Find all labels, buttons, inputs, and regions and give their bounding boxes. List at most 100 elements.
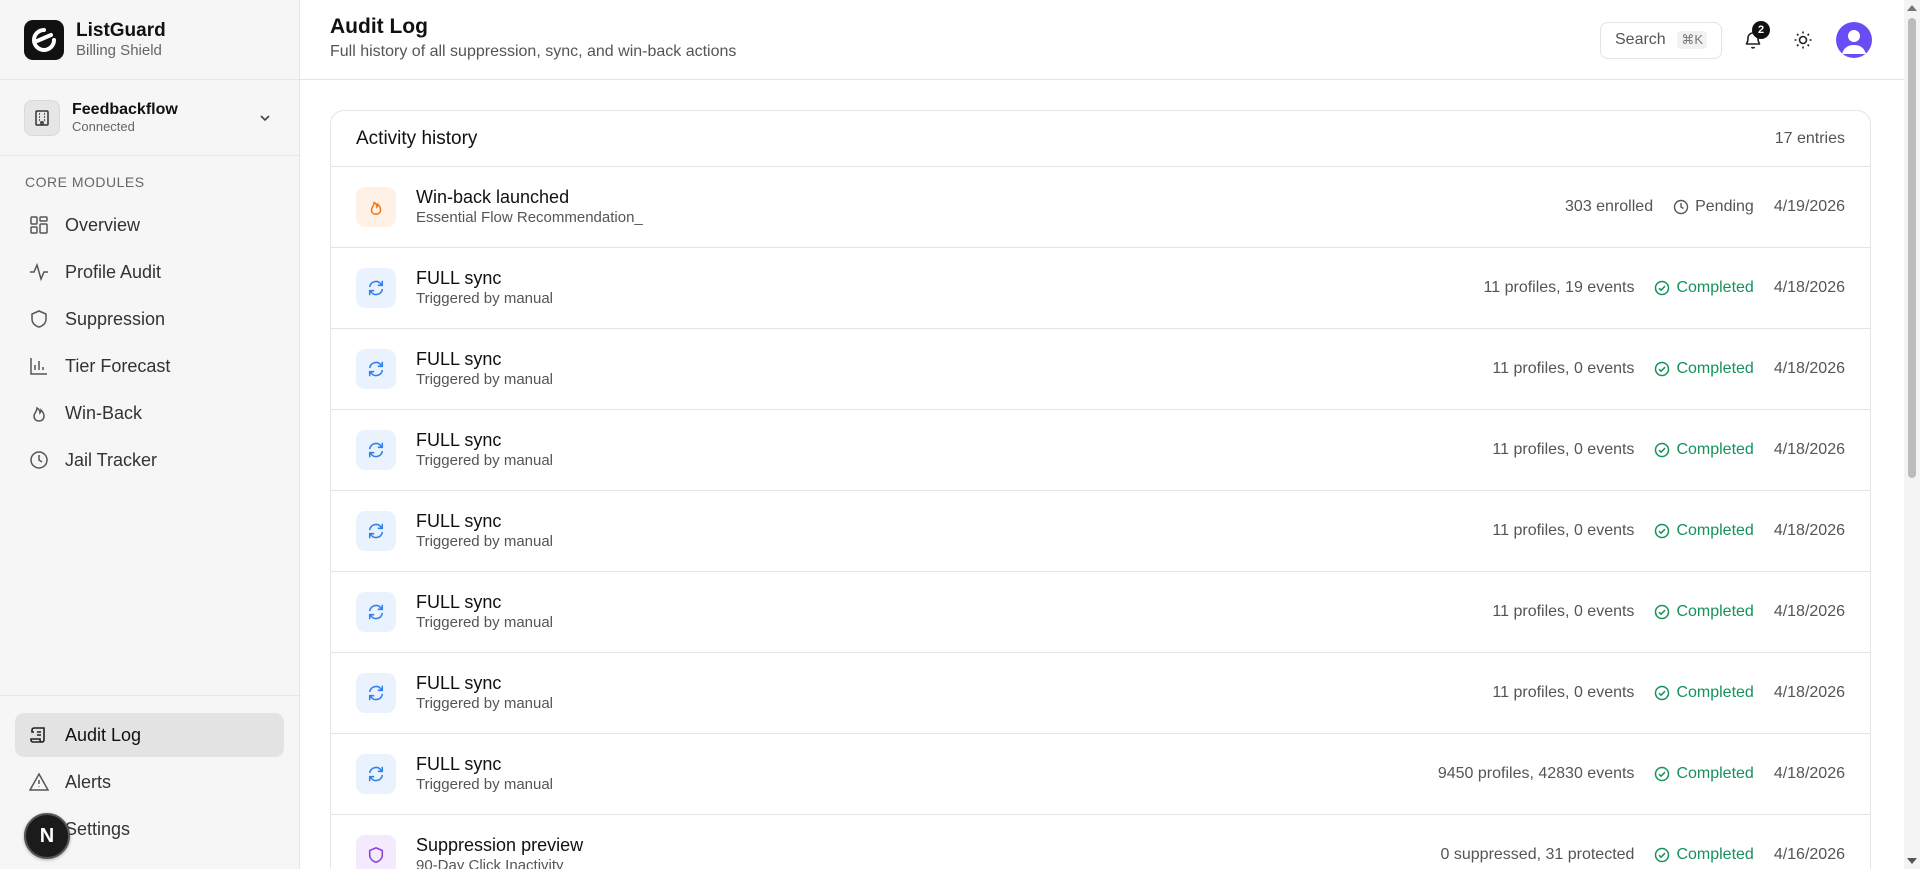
row-date: 4/18/2026 xyxy=(1773,603,1845,620)
sidebar-item-profile-audit[interactable]: Profile Audit xyxy=(15,250,284,294)
workspace-status: Connected xyxy=(72,119,135,134)
activity-history-card: Activity history 17 entries Win-back lau… xyxy=(330,110,1871,869)
shield-icon xyxy=(356,835,396,869)
sidebar-item-audit-log[interactable]: Audit Log xyxy=(15,713,284,757)
row-date: 4/18/2026 xyxy=(1773,684,1845,701)
alert-triangle-icon xyxy=(29,772,49,791)
status-label: Completed xyxy=(1676,765,1754,782)
table-row[interactable]: FULL sync Triggered by manual 9450 profi… xyxy=(331,734,1870,815)
table-row[interactable]: Suppression preview 90-Day Click Inactiv… xyxy=(331,815,1870,869)
row-subtitle: Triggered by manual xyxy=(416,290,554,307)
table-row[interactable]: FULL sync Triggered by manual 11 profile… xyxy=(331,410,1870,491)
status-badge: Completed xyxy=(1654,765,1754,783)
sidebar-item-tier-forecast[interactable]: Tier Forecast xyxy=(15,344,284,388)
sidebar-item-label: Alerts xyxy=(65,771,112,792)
table-row[interactable]: FULL sync Triggered by manual 11 profile… xyxy=(331,653,1870,734)
search-label: Search xyxy=(1615,31,1666,48)
row-subtitle: Triggered by manual xyxy=(416,452,554,469)
search-shortcut: ⌘K xyxy=(1677,31,1707,49)
check-circle-icon xyxy=(1655,685,1670,701)
brand-logo-icon xyxy=(24,19,64,60)
status-label: Completed xyxy=(1676,522,1754,539)
scroll-down-arrow-icon[interactable] xyxy=(1907,858,1917,864)
status-badge: Completed xyxy=(1654,441,1754,459)
theme-toggle-button[interactable] xyxy=(1784,21,1822,59)
shield-icon xyxy=(31,310,47,328)
row-date: 4/18/2026 xyxy=(1773,360,1845,377)
flame-icon xyxy=(356,187,396,227)
sidebar-item-jail-tracker[interactable]: Jail Tracker xyxy=(15,438,284,482)
row-subtitle: Triggered by manual xyxy=(416,533,554,550)
row-title: FULL sync xyxy=(416,349,502,369)
table-row[interactable]: Win-back launched Essential Flow Recomme… xyxy=(331,167,1870,248)
row-date: 4/18/2026 xyxy=(1773,441,1845,458)
sidebar-item-label: Profile Audit xyxy=(65,261,162,282)
status-badge: Completed xyxy=(1654,279,1754,297)
row-title: FULL sync xyxy=(416,511,502,531)
page-scrollbar[interactable] xyxy=(1904,0,1920,869)
row-detail: 303 enrolled xyxy=(1565,198,1654,215)
card-header: Activity history 17 entries xyxy=(331,111,1870,167)
table-row[interactable]: FULL sync Triggered by manual 11 profile… xyxy=(331,572,1870,653)
status-badge: Completed xyxy=(1654,522,1754,540)
scroll-icon xyxy=(30,727,45,743)
workspace-switcher[interactable]: Feedbackflow Connected xyxy=(0,80,299,156)
row-date: 4/18/2026 xyxy=(1773,765,1845,782)
row-subtitle: Triggered by manual xyxy=(416,776,554,793)
row-title: Win-back launched xyxy=(416,187,570,207)
status-label: Completed xyxy=(1676,360,1754,377)
status-badge: Completed xyxy=(1654,846,1754,864)
section-label-core-modules: CORE MODULES xyxy=(25,174,145,190)
page-header: Audit Log Full history of all suppressio… xyxy=(300,0,1920,80)
dev-tools-badge[interactable]: N xyxy=(24,813,70,859)
row-detail: 11 profiles, 0 events xyxy=(1492,441,1635,458)
row-subtitle: Triggered by manual xyxy=(416,695,554,712)
brand-name: ListGuard xyxy=(76,19,166,41)
status-badge: Pending xyxy=(1673,198,1754,216)
row-detail: 0 suppressed, 31 protected xyxy=(1440,846,1635,863)
check-circle-icon xyxy=(1655,280,1670,296)
status-label: Completed xyxy=(1676,279,1754,296)
chevron-down-icon xyxy=(260,114,270,121)
check-circle-icon xyxy=(1655,523,1670,539)
sidebar-item-overview[interactable]: Overview xyxy=(15,203,284,247)
check-circle-icon xyxy=(1655,361,1670,377)
status-badge: Completed xyxy=(1654,684,1754,702)
row-date: 4/18/2026 xyxy=(1773,522,1845,539)
flame-icon xyxy=(33,406,45,422)
row-title: FULL sync xyxy=(416,268,502,288)
row-subtitle: Essential Flow Recommendation_ xyxy=(416,209,643,226)
status-badge: Completed xyxy=(1654,360,1754,378)
brand[interactable]: ListGuard Billing Shield xyxy=(0,0,299,80)
user-avatar-icon xyxy=(1842,30,1866,54)
row-detail: 9450 profiles, 42830 events xyxy=(1437,765,1635,782)
row-date: 4/16/2026 xyxy=(1773,846,1845,863)
scroll-thumb[interactable] xyxy=(1908,18,1916,478)
row-title: Suppression preview xyxy=(416,835,584,855)
table-row[interactable]: FULL sync Triggered by manual 11 profile… xyxy=(331,491,1870,572)
refresh-icon xyxy=(356,754,396,794)
sidebar-item-label: Win-Back xyxy=(65,402,143,423)
sidebar: ListGuard Billing Shield Feedbackflow Co… xyxy=(0,0,300,869)
sidebar-item-suppression[interactable]: Suppression xyxy=(15,297,284,341)
refresh-icon xyxy=(356,268,396,308)
table-row[interactable]: FULL sync Triggered by manual 11 profile… xyxy=(331,329,1870,410)
scroll-up-arrow-icon[interactable] xyxy=(1907,5,1917,11)
bar-chart-icon xyxy=(30,358,47,375)
avatar[interactable] xyxy=(1836,22,1872,58)
row-title: FULL sync xyxy=(416,592,502,612)
row-title: FULL sync xyxy=(416,673,502,693)
entry-count: 17 entries xyxy=(1774,129,1845,147)
sun-icon xyxy=(1794,31,1812,49)
status-label: Completed xyxy=(1676,603,1754,620)
sidebar-item-win-back[interactable]: Win-Back xyxy=(15,391,284,435)
workspace-name: Feedbackflow xyxy=(72,101,178,118)
sidebar-item-label: Suppression xyxy=(65,308,166,329)
row-detail: 11 profiles, 0 events xyxy=(1492,360,1635,377)
notifications-button[interactable]: 2 xyxy=(1734,21,1772,59)
status-label: Completed xyxy=(1676,441,1754,458)
sidebar-item-alerts[interactable]: Alerts xyxy=(15,760,284,804)
card-title: Activity history xyxy=(356,127,478,149)
table-row[interactable]: FULL sync Triggered by manual 11 profile… xyxy=(331,248,1870,329)
search-button[interactable]: Search ⌘K xyxy=(1600,21,1722,59)
